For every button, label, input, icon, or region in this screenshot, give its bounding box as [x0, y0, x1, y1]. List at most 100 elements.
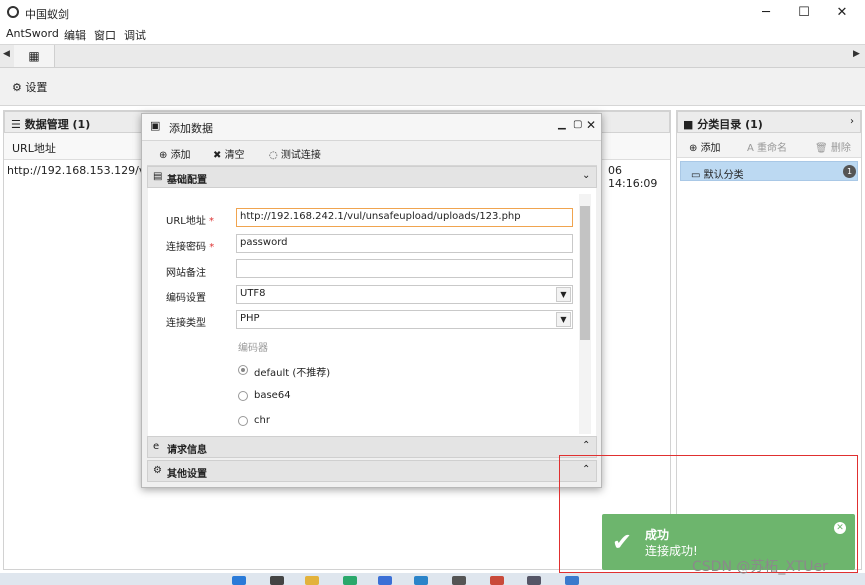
section-other-settings[interactable]: ⚙ 其他设置 ⌃ [147, 460, 597, 482]
dialog-clear-button[interactable]: ✖ 清空 [213, 146, 245, 161]
note-label: 网站备注 [166, 268, 206, 279]
dialog-maximize-icon[interactable]: ▢ [573, 119, 582, 130]
search-icon[interactable] [270, 576, 284, 585]
ie-icon: e [153, 441, 160, 452]
chevron-down-icon: ▼ [556, 312, 571, 327]
tab-scroll-left-icon[interactable]: ◀ [3, 49, 10, 59]
maximize-button[interactable]: ☐ [785, 0, 823, 26]
chevron-down-icon: ⌄ [582, 170, 591, 181]
radio-encoder-default[interactable] [238, 365, 248, 375]
data-manager-title-text: 数据管理 (1) [24, 118, 91, 131]
app-icon[interactable] [378, 576, 392, 585]
main-toolbar: ⚙ 设置 [0, 68, 865, 106]
start-icon[interactable] [232, 576, 246, 585]
radio-encoder-base64[interactable] [238, 391, 248, 401]
add-data-dialog: ▣ 添加数据 ▁ ▢ ✕ ⊕ 添加 ✖ 清空 ◌ 测试连接 ▤ 基础配置 ⌄ U… [141, 113, 602, 488]
document-icon: ▤ [153, 171, 163, 182]
toast-message: 连接成功! [645, 544, 698, 558]
basic-config-form: URL地址 * http://192.168.242.1/vul/unsafeu… [148, 188, 596, 436]
plus-circle-icon: ⊕ [689, 143, 701, 154]
folder-open-icon: ▭ [691, 170, 704, 181]
data-manager-title: ☰ 数据管理 (1) [11, 116, 90, 132]
password-label: 连接密码 * [166, 238, 214, 253]
encoder-chr-label: chr [254, 415, 270, 426]
settings-button[interactable]: ⚙ 设置 [12, 79, 47, 95]
app-icon[interactable] [490, 576, 504, 585]
tab-home-grid-icon[interactable]: ▦ [14, 45, 55, 67]
window-title: 中国蚁剑 [25, 8, 69, 21]
settings-label: 设置 [25, 81, 48, 94]
dialog-clear-label: 清空 [224, 150, 245, 161]
dialog-test-connection-button[interactable]: ◌ 测试连接 [269, 146, 321, 161]
watermark: CSDN @苏柘_XTUer [692, 559, 828, 575]
folder-icon[interactable] [305, 576, 319, 585]
app-logo-icon [7, 6, 19, 18]
browser-icon[interactable] [343, 576, 357, 585]
password-label-text: 连接密码 [166, 242, 206, 253]
encoder-default-label: default (不推荐) [254, 368, 331, 379]
dialog-add-label: 添加 [170, 150, 191, 161]
dialog-title: 添加数据 [169, 122, 213, 135]
dialog-add-button[interactable]: ⊕ 添加 [159, 146, 191, 161]
window-icon: ▣ [150, 119, 161, 132]
category-toolbar: ⊕ 添加 A 重命名 🗑 删除 [677, 133, 861, 158]
menu-edit[interactable]: 编辑 [64, 27, 86, 43]
type-label: 连接类型 [166, 318, 206, 329]
category-rename-button[interactable]: A 重命名 [747, 139, 787, 154]
close-button[interactable]: ✕ [823, 0, 861, 26]
dialog-minimize-icon[interactable]: ▁ [558, 119, 566, 130]
app-icon[interactable] [414, 576, 428, 585]
encoder-label: 编码器 [238, 343, 268, 354]
category-item-default[interactable]: ▭ 默认分类 1 [680, 161, 858, 181]
menu-window[interactable]: 窗口 [94, 27, 116, 43]
section-other-title: 其他设置 [167, 469, 207, 480]
trash-icon: 🗑 [815, 143, 831, 154]
category-title: ■ 分类目录 (1) [683, 116, 763, 132]
gears-icon: ⚙ [153, 465, 162, 476]
dialog-titlebar[interactable]: ▣ 添加数据 ▁ ▢ ✕ [142, 114, 601, 141]
form-scrollbar[interactable] [579, 194, 591, 434]
dialog-close-icon[interactable]: ✕ [586, 118, 596, 132]
chevron-down-icon: ▼ [556, 287, 571, 302]
category-item-label: ▭ 默认分类 [691, 166, 744, 181]
type-select[interactable]: PHP ▼ [236, 310, 573, 329]
url-input[interactable]: http://192.168.242.1/vul/unsafeupload/up… [236, 208, 573, 227]
folder-icon: ■ [683, 118, 698, 131]
chevron-up-icon: ⌃ [582, 440, 591, 451]
minimize-button[interactable]: ─ [747, 0, 785, 26]
row-url: http://192.168.153.129/vul [7, 164, 156, 177]
category-name: 默认分类 [703, 170, 744, 181]
menu-antsword[interactable]: AntSword [6, 27, 59, 40]
section-basic-config[interactable]: ▤ 基础配置 ⌄ [147, 166, 597, 188]
url-required-mark: * [209, 216, 215, 227]
url-label: URL地址 * [166, 212, 214, 227]
plus-circle-icon: ⊕ [159, 150, 171, 161]
encoding-value: UTF8 [240, 288, 266, 299]
category-rename-label: 重命名 [757, 143, 788, 154]
category-delete-button[interactable]: 🗑 删除 [815, 139, 851, 154]
password-required-mark: * [209, 242, 215, 253]
category-delete-label: 删除 [830, 143, 851, 154]
category-count-badge: 1 [843, 165, 856, 178]
encoder-base64-label: base64 [254, 390, 291, 401]
terminal-icon[interactable] [452, 576, 466, 585]
password-input[interactable]: password [236, 234, 573, 253]
note-input[interactable] [236, 259, 573, 278]
encoding-select[interactable]: UTF8 ▼ [236, 285, 573, 304]
gear-icon: ⚙ [12, 81, 22, 94]
font-icon: A [747, 143, 758, 154]
calendar-icon[interactable] [565, 576, 579, 585]
tab-scroll-right-icon[interactable]: ▶ [853, 49, 860, 59]
toast-title: 成功 [645, 528, 670, 542]
dialog-test-label: 测试连接 [280, 150, 321, 161]
menu-debug[interactable]: 调试 [124, 27, 146, 43]
spinner-icon: ◌ [269, 150, 281, 161]
category-add-button[interactable]: ⊕ 添加 [689, 139, 721, 154]
radio-encoder-chr[interactable] [238, 416, 248, 426]
antsword-icon[interactable] [527, 576, 541, 585]
section-request-title: 请求信息 [167, 445, 207, 456]
chevron-right-icon[interactable]: › [850, 116, 854, 127]
section-request-info[interactable]: e 请求信息 ⌃ [147, 436, 597, 458]
scrollbar-thumb[interactable] [580, 206, 590, 340]
toast-close-icon[interactable]: ✕ [834, 522, 846, 534]
